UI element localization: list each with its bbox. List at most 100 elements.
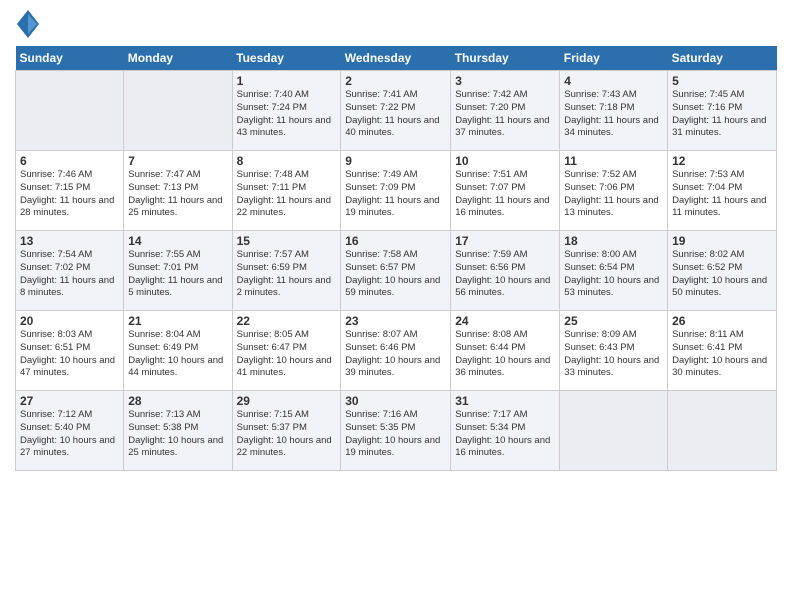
calendar-cell: 11Sunrise: 7:52 AMSunset: 7:06 PMDayligh… [560,151,668,231]
sunrise-text: Sunrise: 7:16 AM [345,409,446,422]
day-number: 15 [237,234,337,248]
daylight-text: Daylight: 11 hours and 43 minutes. [237,115,337,141]
daylight-text: Daylight: 11 hours and 13 minutes. [564,195,663,221]
day-number: 3 [455,74,555,88]
day-info: Sunrise: 7:40 AMSunset: 7:24 PMDaylight:… [237,89,337,140]
day-header-thursday: Thursday [451,46,560,71]
calendar-cell: 18Sunrise: 8:00 AMSunset: 6:54 PMDayligh… [560,231,668,311]
calendar-cell: 5Sunrise: 7:45 AMSunset: 7:16 PMDaylight… [668,71,777,151]
day-info: Sunrise: 7:57 AMSunset: 6:59 PMDaylight:… [237,249,337,300]
day-info: Sunrise: 7:54 AMSunset: 7:02 PMDaylight:… [20,249,119,300]
sunset-text: Sunset: 5:37 PM [237,422,337,435]
calendar-week-row: 1Sunrise: 7:40 AMSunset: 7:24 PMDaylight… [16,71,777,151]
day-info: Sunrise: 8:03 AMSunset: 6:51 PMDaylight:… [20,329,119,380]
calendar-cell: 22Sunrise: 8:05 AMSunset: 6:47 PMDayligh… [232,311,341,391]
day-info: Sunrise: 8:00 AMSunset: 6:54 PMDaylight:… [564,249,663,300]
sunrise-text: Sunrise: 7:45 AM [672,89,772,102]
calendar-week-row: 13Sunrise: 7:54 AMSunset: 7:02 PMDayligh… [16,231,777,311]
daylight-text: Daylight: 10 hours and 22 minutes. [237,435,337,461]
day-info: Sunrise: 7:16 AMSunset: 5:35 PMDaylight:… [345,409,446,460]
day-info: Sunrise: 7:41 AMSunset: 7:22 PMDaylight:… [345,89,446,140]
sunrise-text: Sunrise: 7:40 AM [237,89,337,102]
sunset-text: Sunset: 7:22 PM [345,102,446,115]
page-container: SundayMondayTuesdayWednesdayThursdayFrid… [0,0,792,481]
calendar-cell: 4Sunrise: 7:43 AMSunset: 7:18 PMDaylight… [560,71,668,151]
sunset-text: Sunset: 6:49 PM [128,342,227,355]
daylight-text: Daylight: 11 hours and 22 minutes. [237,195,337,221]
calendar-cell: 24Sunrise: 8:08 AMSunset: 6:44 PMDayligh… [451,311,560,391]
sunset-text: Sunset: 5:34 PM [455,422,555,435]
daylight-text: Daylight: 10 hours and 47 minutes. [20,355,119,381]
calendar-cell: 14Sunrise: 7:55 AMSunset: 7:01 PMDayligh… [124,231,232,311]
day-number: 22 [237,314,337,328]
calendar-cell: 16Sunrise: 7:58 AMSunset: 6:57 PMDayligh… [341,231,451,311]
calendar-cell: 17Sunrise: 7:59 AMSunset: 6:56 PMDayligh… [451,231,560,311]
calendar-cell: 30Sunrise: 7:16 AMSunset: 5:35 PMDayligh… [341,391,451,471]
day-number: 27 [20,394,119,408]
calendar-cell: 2Sunrise: 7:41 AMSunset: 7:22 PMDaylight… [341,71,451,151]
sunrise-text: Sunrise: 7:59 AM [455,249,555,262]
day-number: 20 [20,314,119,328]
daylight-text: Daylight: 10 hours and 50 minutes. [672,275,772,301]
day-header-wednesday: Wednesday [341,46,451,71]
sunset-text: Sunset: 6:59 PM [237,262,337,275]
sunset-text: Sunset: 6:54 PM [564,262,663,275]
day-number: 12 [672,154,772,168]
daylight-text: Daylight: 10 hours and 27 minutes. [20,435,119,461]
sunset-text: Sunset: 5:38 PM [128,422,227,435]
day-number: 8 [237,154,337,168]
sunset-text: Sunset: 7:01 PM [128,262,227,275]
daylight-text: Daylight: 11 hours and 25 minutes. [128,195,227,221]
day-info: Sunrise: 7:48 AMSunset: 7:11 PMDaylight:… [237,169,337,220]
day-number: 31 [455,394,555,408]
day-number: 4 [564,74,663,88]
daylight-text: Daylight: 11 hours and 31 minutes. [672,115,772,141]
day-number: 18 [564,234,663,248]
sunrise-text: Sunrise: 8:02 AM [672,249,772,262]
sunset-text: Sunset: 6:41 PM [672,342,772,355]
sunrise-text: Sunrise: 7:46 AM [20,169,119,182]
calendar-cell: 25Sunrise: 8:09 AMSunset: 6:43 PMDayligh… [560,311,668,391]
calendar-cell: 20Sunrise: 8:03 AMSunset: 6:51 PMDayligh… [16,311,124,391]
daylight-text: Daylight: 10 hours and 41 minutes. [237,355,337,381]
sunrise-text: Sunrise: 8:08 AM [455,329,555,342]
day-info: Sunrise: 7:42 AMSunset: 7:20 PMDaylight:… [455,89,555,140]
day-info: Sunrise: 7:52 AMSunset: 7:06 PMDaylight:… [564,169,663,220]
daylight-text: Daylight: 10 hours and 59 minutes. [345,275,446,301]
day-header-sunday: Sunday [16,46,124,71]
day-header-saturday: Saturday [668,46,777,71]
calendar-cell: 1Sunrise: 7:40 AMSunset: 7:24 PMDaylight… [232,71,341,151]
sunset-text: Sunset: 5:35 PM [345,422,446,435]
sunset-text: Sunset: 5:40 PM [20,422,119,435]
day-number: 21 [128,314,227,328]
page-header [15,10,777,38]
calendar-cell: 9Sunrise: 7:49 AMSunset: 7:09 PMDaylight… [341,151,451,231]
daylight-text: Daylight: 11 hours and 8 minutes. [20,275,119,301]
day-number: 6 [20,154,119,168]
sunset-text: Sunset: 6:46 PM [345,342,446,355]
sunset-text: Sunset: 7:02 PM [20,262,119,275]
sunset-text: Sunset: 7:06 PM [564,182,663,195]
day-info: Sunrise: 7:59 AMSunset: 6:56 PMDaylight:… [455,249,555,300]
calendar-cell: 21Sunrise: 8:04 AMSunset: 6:49 PMDayligh… [124,311,232,391]
daylight-text: Daylight: 11 hours and 5 minutes. [128,275,227,301]
calendar-table: SundayMondayTuesdayWednesdayThursdayFrid… [15,46,777,471]
day-number: 10 [455,154,555,168]
logo-icon [17,10,39,38]
daylight-text: Daylight: 11 hours and 19 minutes. [345,195,446,221]
day-number: 17 [455,234,555,248]
sunset-text: Sunset: 7:18 PM [564,102,663,115]
day-info: Sunrise: 8:02 AMSunset: 6:52 PMDaylight:… [672,249,772,300]
daylight-text: Daylight: 10 hours and 53 minutes. [564,275,663,301]
day-info: Sunrise: 8:11 AMSunset: 6:41 PMDaylight:… [672,329,772,380]
daylight-text: Daylight: 11 hours and 11 minutes. [672,195,772,221]
day-info: Sunrise: 7:58 AMSunset: 6:57 PMDaylight:… [345,249,446,300]
calendar-cell: 3Sunrise: 7:42 AMSunset: 7:20 PMDaylight… [451,71,560,151]
calendar-cell: 28Sunrise: 7:13 AMSunset: 5:38 PMDayligh… [124,391,232,471]
sunset-text: Sunset: 7:13 PM [128,182,227,195]
calendar-cell: 15Sunrise: 7:57 AMSunset: 6:59 PMDayligh… [232,231,341,311]
sunrise-text: Sunrise: 8:11 AM [672,329,772,342]
sunrise-text: Sunrise: 7:55 AM [128,249,227,262]
calendar-cell: 10Sunrise: 7:51 AMSunset: 7:07 PMDayligh… [451,151,560,231]
sunrise-text: Sunrise: 8:04 AM [128,329,227,342]
